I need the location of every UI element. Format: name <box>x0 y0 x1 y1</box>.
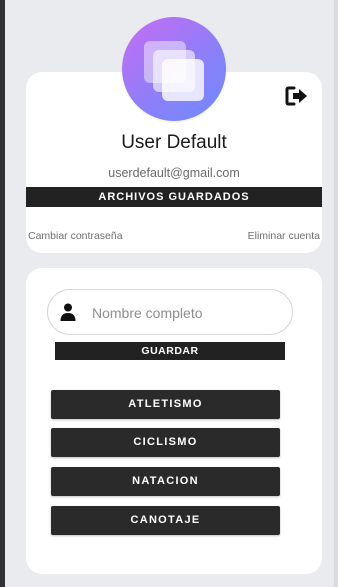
sport-button-atletismo[interactable]: ATLETISMO <box>51 390 280 419</box>
window-left-border <box>0 0 5 587</box>
delete-account-link[interactable]: Eliminar cuenta <box>248 230 320 242</box>
logout-button[interactable] <box>284 85 310 107</box>
saved-files-button[interactable]: ARCHIVOS GUARDADOS <box>26 187 322 207</box>
user-email: userdefault@gmail.com <box>108 166 240 180</box>
avatar <box>122 17 226 121</box>
sport-button-canotaje[interactable]: CANOTAJE <box>51 506 280 535</box>
window-right-edge <box>334 0 338 587</box>
avatar-square-front <box>162 59 204 101</box>
change-password-link[interactable]: Cambiar contraseña <box>28 230 123 242</box>
save-button[interactable]: GUARDAR <box>55 342 285 360</box>
full-name-field[interactable] <box>47 289 293 335</box>
logout-icon <box>285 86 307 106</box>
full-name-input[interactable] <box>90 301 284 325</box>
user-icon <box>60 303 76 321</box>
sport-button-ciclismo[interactable]: CICLISMO <box>51 428 280 457</box>
sport-button-natacion[interactable]: NATACION <box>51 467 280 496</box>
user-name: User Default <box>121 132 227 153</box>
